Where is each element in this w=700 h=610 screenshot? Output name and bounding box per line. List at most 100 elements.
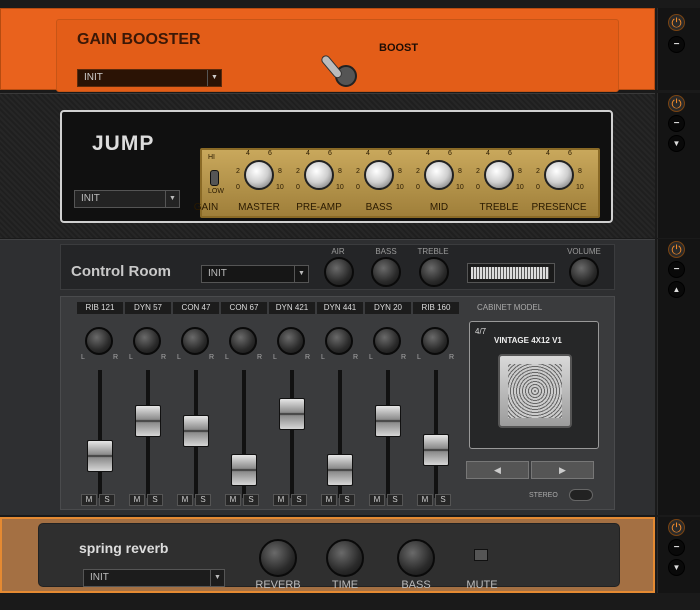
move-up-icon[interactable]: ▲ bbox=[668, 281, 685, 298]
channel-pan-knob[interactable] bbox=[181, 327, 209, 355]
jump-knob-bass[interactable] bbox=[364, 160, 394, 190]
channel-pan-knob[interactable] bbox=[229, 327, 257, 355]
channel-mic-label: RIB 121 bbox=[77, 302, 123, 314]
bass-knob[interactable] bbox=[371, 257, 401, 287]
cabinet-next-button[interactable]: ▶ bbox=[531, 461, 594, 479]
volume-knob[interactable] bbox=[569, 257, 599, 287]
spring-reverb-panel: spring reverb INIT ▼ REVERB TIME BASS MUTE bbox=[38, 523, 620, 591]
channel-fader[interactable] bbox=[279, 397, 305, 430]
scale-tick-label: 8 bbox=[398, 168, 402, 175]
collapse-icon[interactable]: − bbox=[668, 261, 685, 278]
collapse-icon[interactable]: − bbox=[668, 539, 685, 556]
scale-tick-label: 4 bbox=[246, 150, 250, 157]
cabinet-count: 4/7 bbox=[475, 327, 487, 336]
spring-knob-time[interactable] bbox=[326, 539, 364, 577]
power-icon[interactable]: ⏻ bbox=[668, 95, 685, 112]
scale-tick-label: 2 bbox=[296, 168, 300, 175]
power-icon[interactable]: ⏻ bbox=[668, 241, 685, 258]
scale-tick-label: 0 bbox=[476, 184, 480, 191]
channel-fader[interactable] bbox=[183, 415, 209, 448]
volume-label: VOLUME bbox=[567, 247, 601, 256]
scale-tick-label: 6 bbox=[388, 150, 392, 157]
scale-tick-label: 10 bbox=[576, 184, 584, 191]
channel-pan-knob[interactable] bbox=[277, 327, 305, 355]
jump-knob-mid[interactable] bbox=[424, 160, 454, 190]
mute-button[interactable]: M bbox=[177, 494, 193, 506]
channel-pan-knob[interactable] bbox=[85, 327, 113, 355]
solo-button[interactable]: S bbox=[243, 494, 259, 506]
mute-button[interactable]: M bbox=[225, 494, 241, 506]
solo-button[interactable]: S bbox=[339, 494, 355, 506]
spring-knob-reverb[interactable] bbox=[259, 539, 297, 577]
treble-label: TREBLE bbox=[417, 247, 449, 256]
scale-tick-label: 0 bbox=[416, 184, 420, 191]
chevron-down-icon: ▼ bbox=[294, 266, 308, 282]
jump-knob-master[interactable] bbox=[244, 160, 274, 190]
channel-fader[interactable] bbox=[375, 404, 401, 437]
stereo-toggle[interactable] bbox=[569, 489, 593, 501]
channel-pan-knob[interactable] bbox=[133, 327, 161, 355]
channel-pan-knob[interactable] bbox=[373, 327, 401, 355]
mute-button[interactable]: M bbox=[417, 494, 433, 506]
power-icon[interactable]: ⏻ bbox=[668, 519, 685, 536]
spring-knob-bass[interactable] bbox=[397, 539, 435, 577]
chevron-down-icon: ▼ bbox=[207, 70, 221, 86]
treble-knob[interactable] bbox=[419, 257, 449, 287]
scale-tick-label: 8 bbox=[458, 168, 462, 175]
channel-pan-knob[interactable] bbox=[421, 327, 449, 355]
solo-button[interactable]: S bbox=[435, 494, 451, 506]
control-room-header: Control Room INIT ▼ AIR BASS TREBLE VOLUM… bbox=[60, 244, 615, 290]
mixer-channel: DYN 57 L R M S bbox=[125, 302, 171, 507]
scale-tick-label: 10 bbox=[516, 184, 524, 191]
mixer-channel: RIB 160 L R M S bbox=[413, 302, 459, 507]
scale-tick-label: 10 bbox=[456, 184, 464, 191]
move-down-icon[interactable]: ▼ bbox=[668, 135, 685, 152]
move-down-icon[interactable]: ▼ bbox=[668, 559, 685, 576]
control-room-preset-dropdown[interactable]: INIT ▼ bbox=[201, 265, 309, 283]
preset-value: INIT bbox=[81, 193, 100, 204]
scale-tick-label: 4 bbox=[426, 150, 430, 157]
channel-pan-knob[interactable] bbox=[325, 327, 353, 355]
mute-button[interactable]: M bbox=[273, 494, 289, 506]
mute-button[interactable]: M bbox=[369, 494, 385, 506]
channel-fader[interactable] bbox=[327, 454, 353, 487]
solo-button[interactable]: S bbox=[195, 494, 211, 506]
air-knob[interactable] bbox=[324, 257, 354, 287]
mute-button[interactable]: M bbox=[321, 494, 337, 506]
channel-mic-label: CON 67 bbox=[221, 302, 267, 314]
gain-toggle-switch[interactable] bbox=[210, 170, 219, 186]
collapse-icon[interactable]: − bbox=[668, 115, 685, 132]
power-icon[interactable]: ⏻ bbox=[668, 14, 685, 31]
right-label: R bbox=[449, 354, 455, 361]
mixer-channel: DYN 441 L R M S bbox=[317, 302, 363, 507]
mute-button[interactable]: M bbox=[81, 494, 97, 506]
cabinet-display: 4/7 VINTAGE 4X12 V1 bbox=[469, 321, 599, 449]
jump-knob-treble[interactable] bbox=[484, 160, 514, 190]
mixer-channel: CON 47 L R M S bbox=[173, 302, 219, 507]
left-label: L bbox=[321, 354, 325, 361]
channel-fader[interactable] bbox=[423, 434, 449, 467]
jump-knob-pre-amp[interactable] bbox=[304, 160, 334, 190]
mute-button[interactable]: M bbox=[129, 494, 145, 506]
spring-reverb-preset-dropdown[interactable]: INIT ▼ bbox=[83, 569, 225, 587]
scale-tick-label: 4 bbox=[546, 150, 550, 157]
solo-button[interactable]: S bbox=[291, 494, 307, 506]
collapse-icon[interactable]: − bbox=[668, 36, 685, 53]
side-strip-jump: ⏻ − ▼ bbox=[657, 93, 700, 238]
channel-fader[interactable] bbox=[231, 454, 257, 487]
jump-preset-dropdown[interactable]: INIT ▼ bbox=[74, 190, 180, 208]
solo-button[interactable]: S bbox=[99, 494, 115, 506]
solo-button[interactable]: S bbox=[387, 494, 403, 506]
channel-fader[interactable] bbox=[135, 404, 161, 437]
jump-knob-presence[interactable] bbox=[544, 160, 574, 190]
right-label: R bbox=[209, 354, 215, 361]
gain-booster-preset-dropdown[interactable]: INIT ▼ bbox=[77, 69, 222, 87]
channel-mic-label: RIB 160 bbox=[413, 302, 459, 314]
boost-switch-icon[interactable] bbox=[319, 48, 365, 88]
channel-fader[interactable] bbox=[87, 440, 113, 473]
mixer-channel: DYN 20 L R M S bbox=[365, 302, 411, 507]
solo-button[interactable]: S bbox=[147, 494, 163, 506]
channel-mic-label: CON 47 bbox=[173, 302, 219, 314]
cabinet-prev-button[interactable]: ◀ bbox=[466, 461, 529, 479]
mute-button[interactable] bbox=[474, 549, 488, 561]
